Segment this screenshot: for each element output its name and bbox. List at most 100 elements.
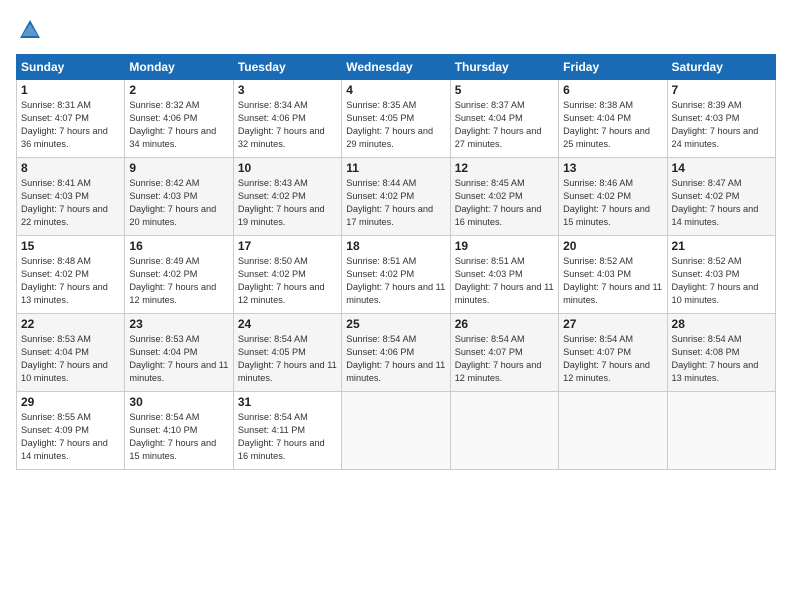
calendar-cell [342, 392, 450, 470]
day-number: 14 [672, 161, 771, 175]
daylight-label: Daylight: 7 hours and 15 minutes. [563, 204, 650, 227]
sunset-label: Sunset: 4:02 PM [238, 269, 306, 279]
day-info: Sunrise: 8:31 AM Sunset: 4:07 PM Dayligh… [21, 99, 120, 151]
calendar-cell [450, 392, 558, 470]
calendar-week-1: 1 Sunrise: 8:31 AM Sunset: 4:07 PM Dayli… [17, 80, 776, 158]
daylight-label: Daylight: 7 hours and 10 minutes. [672, 282, 759, 305]
daylight-label: Daylight: 7 hours and 15 minutes. [129, 438, 216, 461]
day-info: Sunrise: 8:52 AM Sunset: 4:03 PM Dayligh… [563, 255, 662, 307]
daylight-label: Daylight: 7 hours and 29 minutes. [346, 126, 433, 149]
calendar-cell: 26 Sunrise: 8:54 AM Sunset: 4:07 PM Dayl… [450, 314, 558, 392]
day-info: Sunrise: 8:32 AM Sunset: 4:06 PM Dayligh… [129, 99, 228, 151]
daylight-label: Daylight: 7 hours and 20 minutes. [129, 204, 216, 227]
day-info: Sunrise: 8:54 AM Sunset: 4:10 PM Dayligh… [129, 411, 228, 463]
sunrise-label: Sunrise: 8:38 AM [563, 100, 633, 110]
logo [16, 16, 48, 44]
daylight-label: Daylight: 7 hours and 19 minutes. [238, 204, 325, 227]
day-info: Sunrise: 8:43 AM Sunset: 4:02 PM Dayligh… [238, 177, 337, 229]
day-number: 10 [238, 161, 337, 175]
day-info: Sunrise: 8:34 AM Sunset: 4:06 PM Dayligh… [238, 99, 337, 151]
calendar-cell: 8 Sunrise: 8:41 AM Sunset: 4:03 PM Dayli… [17, 158, 125, 236]
header-saturday: Saturday [667, 55, 775, 80]
day-number: 16 [129, 239, 228, 253]
daylight-label: Daylight: 7 hours and 12 minutes. [129, 282, 216, 305]
calendar-cell: 1 Sunrise: 8:31 AM Sunset: 4:07 PM Dayli… [17, 80, 125, 158]
sunset-label: Sunset: 4:02 PM [238, 191, 306, 201]
header-wednesday: Wednesday [342, 55, 450, 80]
calendar-cell: 31 Sunrise: 8:54 AM Sunset: 4:11 PM Dayl… [233, 392, 341, 470]
calendar-cell: 12 Sunrise: 8:45 AM Sunset: 4:02 PM Dayl… [450, 158, 558, 236]
calendar-cell: 9 Sunrise: 8:42 AM Sunset: 4:03 PM Dayli… [125, 158, 233, 236]
sunrise-label: Sunrise: 8:45 AM [455, 178, 525, 188]
day-info: Sunrise: 8:47 AM Sunset: 4:02 PM Dayligh… [672, 177, 771, 229]
sunrise-label: Sunrise: 8:52 AM [563, 256, 633, 266]
daylight-label: Daylight: 7 hours and 10 minutes. [21, 360, 108, 383]
sunrise-label: Sunrise: 8:51 AM [455, 256, 525, 266]
sunset-label: Sunset: 4:02 PM [455, 191, 523, 201]
day-number: 6 [563, 83, 662, 97]
day-info: Sunrise: 8:41 AM Sunset: 4:03 PM Dayligh… [21, 177, 120, 229]
day-number: 3 [238, 83, 337, 97]
sunset-label: Sunset: 4:03 PM [455, 269, 523, 279]
calendar-week-2: 8 Sunrise: 8:41 AM Sunset: 4:03 PM Dayli… [17, 158, 776, 236]
day-info: Sunrise: 8:46 AM Sunset: 4:02 PM Dayligh… [563, 177, 662, 229]
day-number: 29 [21, 395, 120, 409]
calendar-cell: 19 Sunrise: 8:51 AM Sunset: 4:03 PM Dayl… [450, 236, 558, 314]
sunset-label: Sunset: 4:03 PM [21, 191, 89, 201]
header-monday: Monday [125, 55, 233, 80]
day-info: Sunrise: 8:51 AM Sunset: 4:03 PM Dayligh… [455, 255, 554, 307]
daylight-label: Daylight: 7 hours and 16 minutes. [238, 438, 325, 461]
calendar-cell: 30 Sunrise: 8:54 AM Sunset: 4:10 PM Dayl… [125, 392, 233, 470]
calendar-cell: 17 Sunrise: 8:50 AM Sunset: 4:02 PM Dayl… [233, 236, 341, 314]
day-number: 18 [346, 239, 445, 253]
sunset-label: Sunset: 4:05 PM [238, 347, 306, 357]
sunrise-label: Sunrise: 8:49 AM [129, 256, 199, 266]
calendar-cell: 3 Sunrise: 8:34 AM Sunset: 4:06 PM Dayli… [233, 80, 341, 158]
sunrise-label: Sunrise: 8:53 AM [21, 334, 91, 344]
calendar-cell: 21 Sunrise: 8:52 AM Sunset: 4:03 PM Dayl… [667, 236, 775, 314]
day-number: 25 [346, 317, 445, 331]
calendar-cell [559, 392, 667, 470]
calendar-cell: 18 Sunrise: 8:51 AM Sunset: 4:02 PM Dayl… [342, 236, 450, 314]
day-number: 12 [455, 161, 554, 175]
sunset-label: Sunset: 4:02 PM [21, 269, 89, 279]
day-info: Sunrise: 8:53 AM Sunset: 4:04 PM Dayligh… [21, 333, 120, 385]
day-number: 20 [563, 239, 662, 253]
calendar-cell: 10 Sunrise: 8:43 AM Sunset: 4:02 PM Dayl… [233, 158, 341, 236]
sunrise-label: Sunrise: 8:35 AM [346, 100, 416, 110]
sunset-label: Sunset: 4:06 PM [346, 347, 414, 357]
calendar-cell: 14 Sunrise: 8:47 AM Sunset: 4:02 PM Dayl… [667, 158, 775, 236]
day-info: Sunrise: 8:38 AM Sunset: 4:04 PM Dayligh… [563, 99, 662, 151]
calendar-cell: 28 Sunrise: 8:54 AM Sunset: 4:08 PM Dayl… [667, 314, 775, 392]
daylight-label: Daylight: 7 hours and 25 minutes. [563, 126, 650, 149]
sunrise-label: Sunrise: 8:41 AM [21, 178, 91, 188]
sunset-label: Sunset: 4:10 PM [129, 425, 197, 435]
day-info: Sunrise: 8:44 AM Sunset: 4:02 PM Dayligh… [346, 177, 445, 229]
sunset-label: Sunset: 4:03 PM [672, 269, 740, 279]
daylight-label: Daylight: 7 hours and 24 minutes. [672, 126, 759, 149]
day-number: 23 [129, 317, 228, 331]
sunset-label: Sunset: 4:02 PM [346, 269, 414, 279]
calendar-cell: 11 Sunrise: 8:44 AM Sunset: 4:02 PM Dayl… [342, 158, 450, 236]
calendar-cell: 22 Sunrise: 8:53 AM Sunset: 4:04 PM Dayl… [17, 314, 125, 392]
header-sunday: Sunday [17, 55, 125, 80]
daylight-label: Daylight: 7 hours and 22 minutes. [21, 204, 108, 227]
day-info: Sunrise: 8:42 AM Sunset: 4:03 PM Dayligh… [129, 177, 228, 229]
sunrise-label: Sunrise: 8:48 AM [21, 256, 91, 266]
sunset-label: Sunset: 4:02 PM [129, 269, 197, 279]
daylight-label: Daylight: 7 hours and 11 minutes. [346, 282, 445, 305]
calendar-cell: 2 Sunrise: 8:32 AM Sunset: 4:06 PM Dayli… [125, 80, 233, 158]
calendar-header-row: SundayMondayTuesdayWednesdayThursdayFrid… [17, 55, 776, 80]
day-info: Sunrise: 8:54 AM Sunset: 4:05 PM Dayligh… [238, 333, 337, 385]
sunset-label: Sunset: 4:06 PM [129, 113, 197, 123]
calendar-cell: 13 Sunrise: 8:46 AM Sunset: 4:02 PM Dayl… [559, 158, 667, 236]
day-info: Sunrise: 8:54 AM Sunset: 4:06 PM Dayligh… [346, 333, 445, 385]
sunrise-label: Sunrise: 8:54 AM [238, 334, 308, 344]
day-info: Sunrise: 8:39 AM Sunset: 4:03 PM Dayligh… [672, 99, 771, 151]
day-number: 1 [21, 83, 120, 97]
daylight-label: Daylight: 7 hours and 34 minutes. [129, 126, 216, 149]
day-number: 27 [563, 317, 662, 331]
day-number: 28 [672, 317, 771, 331]
calendar-cell: 16 Sunrise: 8:49 AM Sunset: 4:02 PM Dayl… [125, 236, 233, 314]
header [16, 16, 776, 44]
